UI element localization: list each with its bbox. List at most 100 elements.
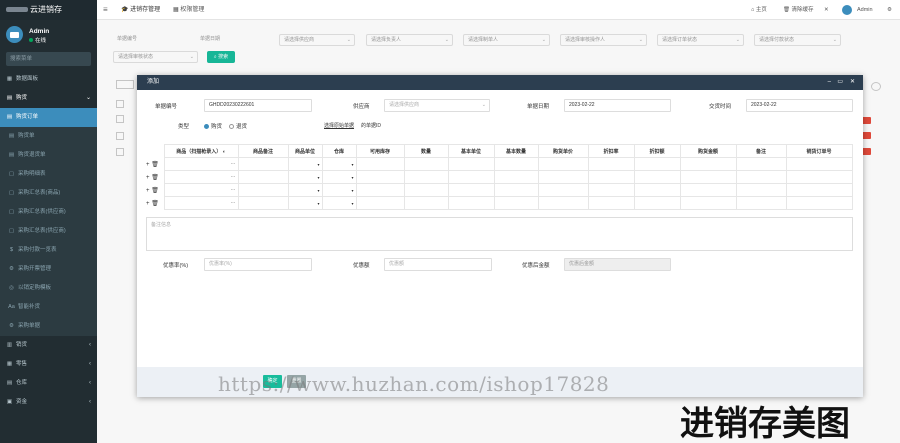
discount-amt-label: 优惠额 — [353, 263, 370, 269]
sidebar-item-summary-goods[interactable]: ▢ 采购汇总表(商品) — [0, 184, 97, 203]
file-icon: ▢ — [8, 190, 15, 196]
dashboard-icon: ▦ — [6, 76, 13, 82]
toggle-icon: ◐ — [222, 148, 226, 155]
delivery-input[interactable]: 2023-02-22 — [746, 99, 853, 112]
unit-select[interactable]: ▾ — [287, 196, 323, 210]
dialog-header: 添加 – ▭ ✕ — [137, 75, 863, 90]
user-status: 在线 — [29, 36, 46, 44]
warehouse-select[interactable]: ▾ — [321, 170, 357, 184]
tab-permission[interactable]: ▦ 权限管理 — [173, 0, 204, 20]
select-source-link[interactable]: 选择原始单据 — [324, 122, 354, 129]
type-radio-purchase[interactable]: 购货 — [204, 122, 222, 130]
discount-amt-input[interactable]: 优惠额 — [384, 258, 492, 271]
order-no-input[interactable]: GHDD20230222601 — [204, 99, 312, 112]
delete-row-icon: 🗑 — [151, 161, 159, 168]
sidebar-item-purchase-detail[interactable]: ▢ 采购明细表 — [0, 165, 97, 184]
warehouse-select[interactable]: ▾ — [321, 157, 357, 171]
unit-select[interactable]: ▾ — [287, 157, 323, 171]
table-row: + 🗑 ··· ▾ ▾ — [146, 170, 853, 184]
money-icon: ▣ — [6, 399, 13, 405]
menu-toggle-icon[interactable]: ≡ — [103, 5, 108, 14]
fullscreen-icon[interactable]: ✕ — [824, 0, 829, 20]
sidebar-item-purchase[interactable]: ▤ 购货 ⌄ — [0, 89, 97, 108]
supplier-select[interactable]: 请选择供应商 ⌄ — [384, 99, 490, 112]
remark-textarea[interactable]: 备注信息 — [146, 217, 853, 251]
delete-row-icon: 🗑 — [151, 187, 159, 194]
sidebar-item-invoice[interactable]: ⚙ 采购开票管理 — [0, 260, 97, 279]
warehouse-select[interactable]: ▾ — [321, 183, 357, 197]
col-base-unit: 基本单位 — [447, 144, 495, 158]
table-row: + 🗑 ··· ▾ ▾ — [146, 157, 853, 171]
sidebar-item-dashboard[interactable]: ▦ 数据面板 — [0, 70, 97, 89]
goods-cell[interactable]: ··· — [163, 196, 239, 210]
discount-rate-label: 优惠率(%) — [163, 263, 189, 269]
sidebar-item-retail[interactable]: ▦ 零售 ‹ — [0, 355, 97, 374]
add-row-icon: + — [146, 187, 150, 194]
goods-cell[interactable]: ··· — [163, 170, 239, 184]
retail-icon: ▦ — [6, 361, 13, 367]
col-unit-price: 购货单价 — [537, 144, 589, 158]
minimize-icon[interactable]: – — [828, 75, 831, 90]
home-link[interactable]: ⌂ 主页 — [751, 0, 767, 20]
file-icon: ▢ — [8, 171, 15, 177]
sidebar-item-funds[interactable]: ▣ 资金 ‹ — [0, 393, 97, 412]
chevron-left-icon: ‹ — [89, 361, 91, 367]
sidebar-item-warehouse[interactable]: ▤ 仓库 ‹ — [0, 374, 97, 393]
circle-icon: ◎ — [9, 285, 14, 291]
row-actions[interactable]: + 🗑 — [146, 197, 164, 210]
sidebar-nav: ▦ 数据面板 ▤ 购货 ⌄ ▤ 购货订单 ▤ 购货单 ▤ 购货退货单 ▢ 采购明细表 ▢ 采购汇… — [0, 70, 97, 412]
row-actions[interactable]: + 🗑 — [146, 158, 164, 171]
sidebar-item-template[interactable]: ◎ 以销定购模板 — [0, 279, 97, 298]
row-actions[interactable]: + 🗑 — [146, 171, 164, 184]
sidebar-item-purchase-return[interactable]: ▤ 购货退货单 — [0, 146, 97, 165]
sidebar-item-purchase-order[interactable]: ▤ 购货订单 — [0, 108, 97, 127]
goods-cell[interactable]: ··· — [163, 157, 239, 171]
list-icon: ▤ — [8, 152, 15, 158]
file-icon: ▢ — [8, 209, 15, 215]
add-row-icon: + — [146, 174, 150, 181]
add-row-icon: + — [146, 161, 150, 168]
sidebar-item-summary-supplier[interactable]: ▢ 采购汇总表(供应商) — [0, 203, 97, 222]
sidebar-item-purchase-bill[interactable]: ▤ 购货单 — [0, 127, 97, 146]
sidebar-item-purchase-docs[interactable]: ⚙ 采购单据 — [0, 317, 97, 336]
sidebar-item-payment[interactable]: $ 采购付款一览表 — [0, 241, 97, 260]
add-dialog: 添加 – ▭ ✕ 单据编号 GHDD20230222601 供应商 请选择供应商… — [137, 75, 863, 397]
file-icon: ▢ — [8, 228, 15, 234]
goods-cell[interactable]: ··· — [163, 183, 239, 197]
text-icon: Aa — [8, 304, 15, 310]
delivery-label: 交货时间 — [709, 104, 732, 110]
table-row: + 🗑 ··· ▾ ▾ — [146, 183, 853, 197]
sidebar-item-sales[interactable]: ▥ 销货 ‹ — [0, 336, 97, 355]
goods-table: 商品（扫描枪录入） ◐ 商品备注 商品单位 仓库 可用库存 数量 基本单位 基本… — [146, 144, 853, 210]
avatar[interactable] — [842, 5, 852, 15]
chevron-left-icon: ‹ — [89, 380, 91, 386]
dialog-title: 添加 — [147, 79, 160, 85]
col-available-stock: 可用库存 — [355, 144, 405, 158]
discount-rate-input[interactable]: 优惠率(%) — [204, 258, 312, 271]
order-date-input[interactable]: 2023-02-22 — [564, 99, 671, 112]
brand-text: 云进销存 — [30, 5, 62, 14]
warehouse-select[interactable]: ▾ — [321, 196, 357, 210]
clear-cache-button[interactable]: 🗑 清除缓存 — [783, 0, 814, 20]
source-id-hint: 的单据ID — [361, 123, 382, 129]
order-date-label: 单据日期 — [527, 104, 550, 110]
cart-icon: ▤ — [6, 95, 13, 101]
col-quantity: 数量 — [403, 144, 449, 158]
watermark-caption: 进销存美图 — [680, 404, 850, 443]
unit-select[interactable]: ▾ — [287, 170, 323, 184]
maximize-icon[interactable]: ▭ — [837, 75, 843, 90]
table-header: 商品（扫描枪录入） ◐ 商品备注 商品单位 仓库 可用库存 数量 基本单位 基本… — [146, 144, 853, 158]
user-menu[interactable]: Admin — [857, 0, 873, 20]
settings-icon[interactable]: ⚙ — [887, 0, 892, 20]
after-amt-input: 优惠后金额 — [564, 258, 671, 271]
col-amount: 购货金额 — [679, 144, 737, 158]
unit-select[interactable]: ▾ — [287, 183, 323, 197]
type-radio-return[interactable]: 退货 — [229, 122, 247, 130]
tab-inventory[interactable]: 🎓 进销存管理 — [121, 0, 160, 20]
sidebar-item-summary-supplier-2[interactable]: ▢ 采购汇总表(供应商) — [0, 222, 97, 241]
menu-search-input[interactable]: 搜索菜单 — [6, 52, 91, 66]
close-icon[interactable]: ✕ — [850, 75, 855, 90]
dollar-icon: $ — [9, 247, 14, 253]
row-actions[interactable]: + 🗑 — [146, 184, 164, 197]
sidebar-item-restock[interactable]: Aa 智能补货 — [0, 298, 97, 317]
